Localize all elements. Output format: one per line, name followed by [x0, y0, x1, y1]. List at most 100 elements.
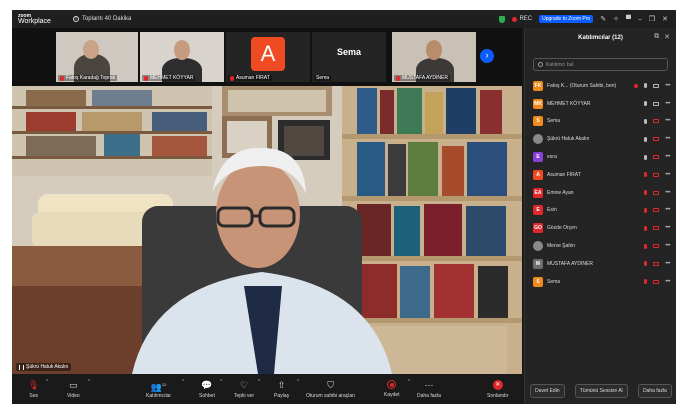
more-icon[interactable]: •••	[665, 154, 670, 160]
sparkle-icon[interactable]: ✧	[613, 16, 619, 23]
participant-thumbnail[interactable]: Fatoş Karadağ Toprak	[56, 32, 138, 82]
avatar: A	[533, 169, 543, 180]
audio-button[interactable]: 🎙 Ses	[28, 378, 39, 399]
restore-icon[interactable]: ❐	[649, 16, 655, 23]
avatar: MK	[533, 98, 543, 109]
participant-row[interactable]: Şükrü Haluk Akalın •••	[525, 130, 676, 148]
mic-muted-icon[interactable]	[644, 279, 648, 285]
camera-off-icon[interactable]	[653, 226, 660, 231]
participants-options-chevron[interactable]: ^	[182, 379, 184, 385]
participant-thumbnail[interactable]: Sema Sema	[312, 32, 386, 82]
more-icon[interactable]: •••	[665, 83, 670, 89]
camera-off-icon[interactable]	[653, 244, 660, 249]
camera-off-icon[interactable]	[653, 190, 660, 195]
chat-options-chevron[interactable]: ^	[220, 379, 222, 385]
more-icon[interactable]: •••	[665, 190, 670, 196]
share-options-chevron[interactable]: ^	[297, 379, 299, 385]
mute-all-button[interactable]: Tümünü Sessize Al	[574, 384, 628, 398]
react-button[interactable]: ♡ Tepki ver	[234, 378, 254, 399]
participant-row[interactable]: Eesra •••	[525, 148, 676, 166]
participant-row[interactable]: E Esin •••	[525, 202, 676, 220]
mic-icon[interactable]	[644, 118, 648, 124]
popout-icon[interactable]: ⧉	[654, 33, 659, 41]
participant-row[interactable]: Merve Şahin •••	[525, 237, 676, 255]
participant-thumbnail[interactable]: MEHMET KÖYYAR	[140, 32, 224, 82]
more-options-button[interactable]: ⋯ Daha fazla	[417, 378, 441, 399]
mic-icon[interactable]	[644, 83, 648, 89]
more-icon[interactable]: •••	[665, 172, 670, 178]
avatar: E	[533, 152, 543, 163]
participants-button[interactable]: 👥12 Katılımcılar	[146, 378, 171, 399]
share-button[interactable]: ⇧ Paylaş	[274, 378, 289, 399]
participant-name: Merve Şahin	[547, 243, 576, 250]
end-meeting-button[interactable]: ✕ Sonlandır	[487, 378, 508, 399]
mic-muted-icon[interactable]	[644, 190, 648, 196]
participant-thumbnail[interactable]: MUSTAFA AYDINER	[392, 32, 476, 82]
mic-icon[interactable]	[644, 154, 648, 160]
camera-off-icon[interactable]	[653, 172, 660, 177]
camera-off-icon[interactable]	[653, 208, 660, 213]
participant-row[interactable]: S Sema •••	[525, 113, 676, 131]
mic-icon[interactable]	[644, 101, 648, 107]
minimize-icon[interactable]: –	[638, 16, 642, 23]
video-area: Fatoş Karadağ Toprak MEHMET KÖYYAR A Asu…	[12, 28, 522, 374]
video-options-chevron[interactable]: ^	[88, 379, 90, 385]
shield-icon[interactable]	[499, 15, 506, 23]
record-button[interactable]: Kaydet	[384, 378, 400, 398]
close-panel-icon[interactable]: ✕	[664, 33, 670, 41]
participant-row[interactable]: EA Emine Ayan •••	[525, 184, 676, 202]
participants-panel: Katılımcılar (12) ⧉ ✕ Katılımcı bul FK Fa…	[524, 28, 676, 404]
meeting-info[interactable]: i Toplantı 40 Dakika	[72, 16, 131, 22]
camera-off-icon[interactable]	[653, 137, 660, 142]
camera-off-icon[interactable]	[653, 261, 660, 266]
host-tools-button[interactable]: ⛉ Oturum sahibi araçları	[306, 378, 355, 399]
avatar: A	[251, 37, 285, 71]
upgrade-button[interactable]: Upgrade to Zoom Pro	[539, 15, 594, 23]
active-speaker-video[interactable]: Şükrü Haluk Akalın	[12, 86, 522, 374]
mic-muted-icon[interactable]	[644, 243, 648, 249]
camera-icon[interactable]	[653, 101, 660, 106]
participant-thumbnail[interactable]: A Asuman FIRAT	[226, 32, 310, 82]
mic-muted-icon[interactable]	[644, 172, 648, 178]
more-icon[interactable]: •••	[665, 279, 670, 285]
participant-row[interactable]: MK MEHMET KÖYYAR •••	[525, 95, 676, 113]
more-icon[interactable]: •••	[665, 101, 670, 107]
camera-off-icon[interactable]	[653, 279, 660, 284]
react-options-chevron[interactable]: ^	[258, 379, 260, 385]
more-icon[interactable]: •••	[665, 261, 670, 267]
more-icon[interactable]: •••	[665, 136, 670, 142]
participant-row[interactable]: GO Gözde Orçen •••	[525, 219, 676, 237]
camera-off-icon[interactable]	[653, 119, 660, 124]
view-icon[interactable]: ▀	[626, 16, 631, 23]
pen-icon[interactable]: ✎	[600, 16, 606, 23]
participant-name: Şükrü Haluk Akalın	[547, 136, 590, 143]
next-page-button[interactable]: ›	[480, 49, 494, 63]
close-icon[interactable]: ✕	[662, 16, 668, 23]
camera-icon[interactable]	[653, 83, 660, 88]
mic-muted-icon	[60, 75, 64, 81]
mic-muted-icon[interactable]	[644, 261, 648, 267]
zoom-window: zoom Workplace i Toplantı 40 Dakika REC …	[12, 10, 676, 404]
chat-button[interactable]: 💬 Sohbet	[199, 378, 215, 399]
participant-search-input[interactable]: Katılımcı bul	[533, 58, 668, 71]
more-icon[interactable]: •••	[665, 243, 670, 249]
mic-muted-icon[interactable]	[644, 225, 648, 231]
participant-row[interactable]: A Asuman FIRAT •••	[525, 166, 676, 184]
more-icon[interactable]: •••	[665, 118, 670, 124]
participant-row[interactable]: S Sema •••	[525, 273, 676, 291]
participant-name: esra	[547, 154, 557, 161]
audio-options-chevron[interactable]: ^	[46, 379, 48, 385]
recording-indicator[interactable]: REC	[512, 16, 532, 22]
more-icon[interactable]: •••	[665, 225, 670, 231]
mic-icon[interactable]	[644, 136, 648, 142]
video-button[interactable]: ▭ Video	[67, 378, 80, 399]
mic-muted-icon[interactable]	[644, 207, 648, 213]
more-button[interactable]: Daha fazla	[637, 384, 672, 398]
camera-off-icon[interactable]	[653, 155, 660, 160]
record-options-chevron[interactable]: ^	[408, 379, 410, 385]
mic-muted-icon	[396, 75, 400, 81]
participant-row[interactable]: M MUSTAFA AYDINER •••	[525, 255, 676, 273]
more-icon[interactable]: •••	[665, 207, 670, 213]
participant-row[interactable]: FK Fatoş K... (Oturum Sahibi, ben) •••	[525, 77, 676, 95]
invite-button[interactable]: Davet Edin	[530, 384, 565, 398]
